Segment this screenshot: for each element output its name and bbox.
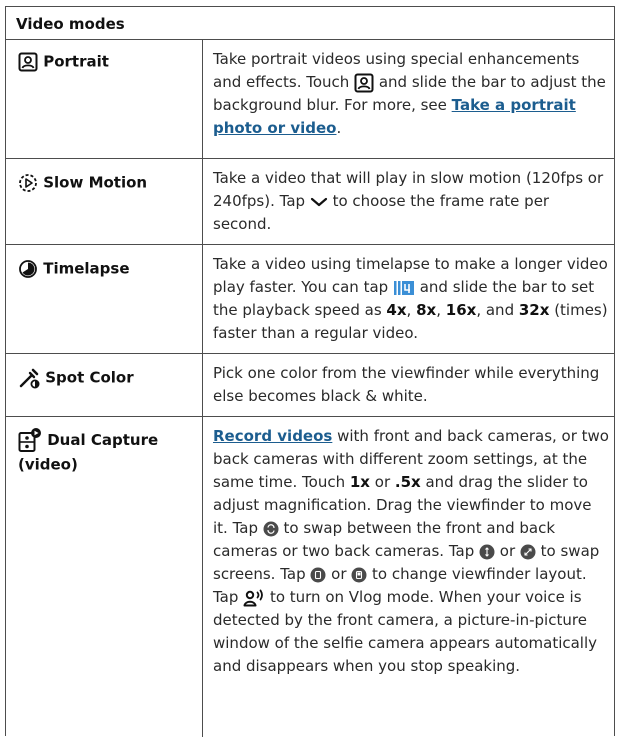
mode-label: Spot Color — [45, 368, 134, 387]
layout-split-icon — [351, 567, 367, 582]
table-row-spot-color: Spot Color Pick one color from the viewf… — [6, 354, 614, 417]
video-modes-table: Video modes Portrait Take portrait video… — [5, 6, 615, 737]
table-row-timelapse: Timelapse Take a video using timelapse t… — [6, 245, 614, 354]
mode-description-slow-motion: Take a video that will play in slow moti… — [213, 169, 604, 233]
record-videos-link[interactable]: Record videos — [213, 427, 332, 445]
mode-description-portrait: Take portrait videos using special enhan… — [213, 50, 606, 137]
slow-motion-icon — [19, 173, 37, 192]
mode-cell-portrait: Portrait — [18, 50, 109, 73]
mode-cell-slow-motion: Slow Motion — [18, 171, 147, 194]
mode-description-dual-capture: Record videos with front and back camera… — [213, 427, 609, 675]
mode-label: Slow Motion — [43, 173, 148, 192]
swap-cameras-icon — [263, 521, 279, 536]
spot-color-icon — [19, 368, 40, 388]
mode-label: Timelapse — [43, 259, 130, 278]
playback-speed-icon — [393, 280, 414, 295]
mode-description-spot-color: Pick one color from the viewfinder while… — [213, 364, 600, 405]
mode-description-timelapse: Take a video using timelapse to make a l… — [213, 255, 608, 342]
chevron-down-icon — [310, 197, 327, 206]
mode-label: Portrait — [43, 52, 109, 71]
mode-cell-timelapse: Timelapse — [18, 257, 130, 280]
mode-cell-spot-color: Spot Color — [18, 366, 134, 389]
timelapse-icon — [19, 259, 37, 278]
table-title: Video modes — [16, 15, 125, 33]
swap-screens-vertical-icon — [479, 544, 495, 559]
swap-screens-diagonal-icon — [520, 544, 536, 559]
dual-capture-icon — [18, 428, 41, 452]
portrait-icon — [18, 52, 38, 71]
layout-single-icon — [310, 567, 326, 582]
portrait-icon — [354, 73, 374, 92]
vlog-mode-icon — [243, 589, 264, 606]
table-header-row: Video modes — [6, 7, 614, 40]
table-row-slow-motion: Slow Motion Take a video that will play … — [6, 159, 614, 245]
mode-cell-dual-capture: Dual Capture (video) — [18, 427, 194, 476]
table-row-dual-capture: Dual Capture (video) Record videos with … — [6, 417, 614, 737]
table-row-portrait: Portrait Take portrait videos using spec… — [6, 40, 614, 159]
